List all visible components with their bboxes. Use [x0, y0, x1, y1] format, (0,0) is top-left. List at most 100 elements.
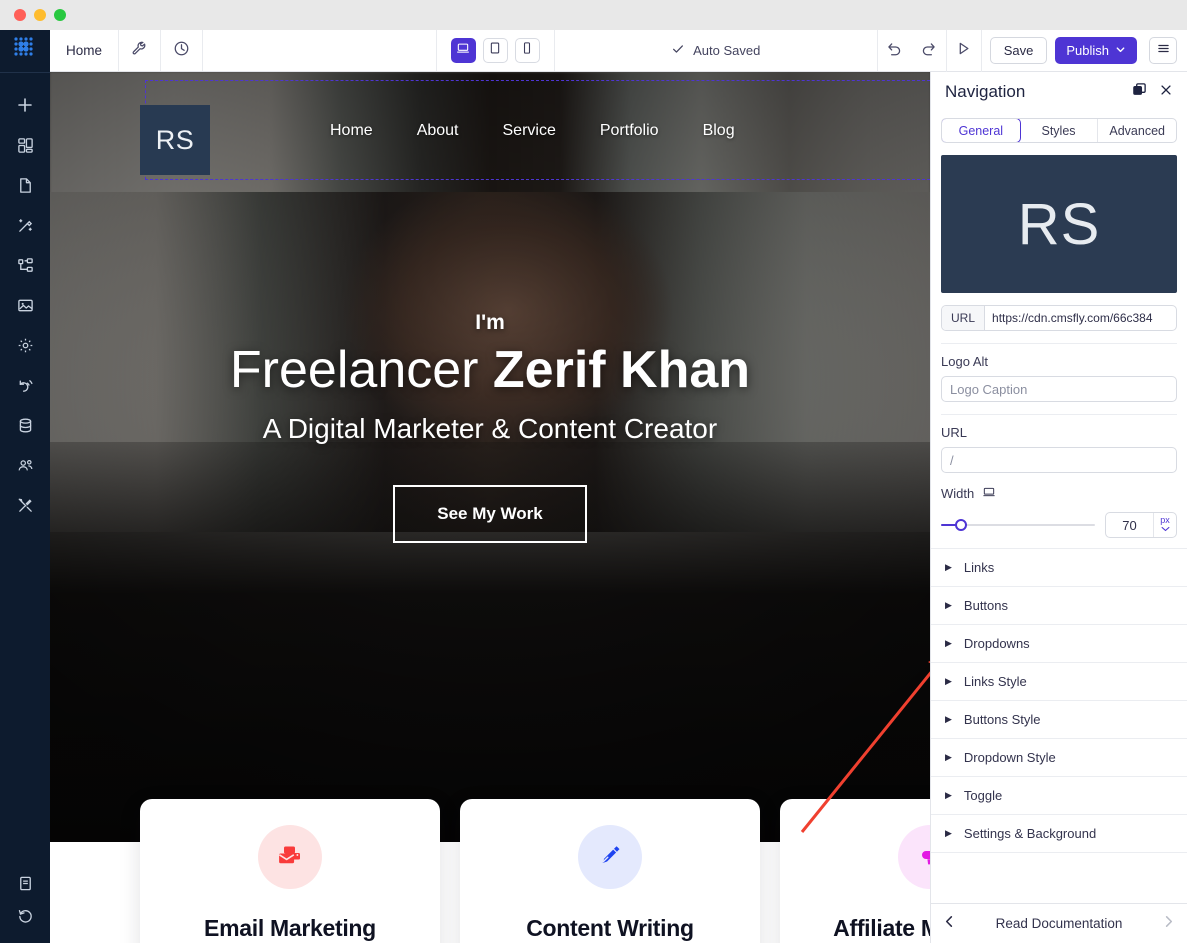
accordion-label: Dropdown Style	[963, 750, 1056, 765]
accordion-label: Links Style	[963, 674, 1027, 689]
publish-button[interactable]: Publish	[1055, 37, 1138, 64]
link-url-field: URL	[941, 425, 1177, 473]
rail-item-animation[interactable]	[0, 365, 50, 405]
logo-alt-field: Logo Alt	[941, 354, 1177, 402]
prev-button[interactable]	[943, 915, 956, 932]
caret-right-icon: ▶	[945, 714, 952, 724]
main-menu-button[interactable]	[1149, 37, 1178, 64]
hero-cta-button[interactable]: See My Work	[393, 485, 587, 544]
service-card[interactable]: Email Marketing Early adopters holy grai…	[140, 799, 440, 943]
clock-icon	[173, 40, 190, 62]
save-button[interactable]: Save	[989, 37, 1048, 64]
toolbar-spacer-left	[203, 30, 437, 71]
autosave-status: Auto Saved	[555, 30, 878, 71]
redo-button[interactable]	[912, 30, 946, 72]
database-icon	[17, 417, 34, 434]
hero-eyebrow: I'm	[475, 310, 505, 334]
autosave-label: Auto Saved	[693, 43, 761, 58]
service-card-title: Affiliate Marketing	[833, 915, 930, 941]
tab-advanced[interactable]: Advanced	[1098, 119, 1176, 142]
rail-item-team[interactable]	[0, 445, 50, 485]
accordion-links-style[interactable]: ▶ Links Style	[931, 663, 1187, 701]
rail-item-settings[interactable]	[0, 325, 50, 365]
service-card[interactable]: Content Writing Early adopters holy grai…	[460, 799, 760, 943]
toolbar-divider-2	[980, 29, 982, 72]
caret-right-icon: ▶	[945, 562, 952, 572]
accordion-settings-background[interactable]: ▶ Settings & Background	[931, 815, 1187, 853]
slider-handle[interactable]	[955, 519, 967, 531]
panel-divider	[941, 343, 1177, 344]
pen-nib-icon	[595, 840, 625, 875]
logo-url-tag: URL	[942, 306, 986, 330]
logo-preview[interactable]: RS	[941, 155, 1177, 293]
chevron-down-icon	[1161, 525, 1170, 534]
accordion-buttons[interactable]: ▶ Buttons	[931, 587, 1187, 625]
rail-item-data[interactable]	[0, 405, 50, 445]
rail-item-design[interactable]	[0, 205, 50, 245]
service-card[interactable]: Affiliate Marketing Early adopters holy …	[780, 799, 930, 943]
logo-url-value[interactable]: https://cdn.cmsfly.com/66c384	[985, 306, 1176, 330]
hero-title: Freelancer Zerif Khan	[230, 341, 750, 399]
link-url-label: URL	[941, 425, 968, 440]
device-tablet-button[interactable]	[482, 38, 508, 63]
read-documentation-link[interactable]: Read Documentation	[956, 916, 1162, 931]
device-mobile-button[interactable]	[514, 38, 540, 63]
book-icon	[17, 875, 34, 892]
accordion-label: Settings & Background	[963, 826, 1097, 841]
caret-right-icon: ▶	[945, 600, 952, 610]
window-maximize-button[interactable]	[54, 9, 66, 21]
restore-icon	[17, 908, 34, 925]
width-unit-label: px	[1160, 514, 1170, 525]
width-unit-selector[interactable]: px	[1153, 513, 1176, 537]
publish-label: Publish	[1066, 43, 1110, 58]
accordion-label: Dropdowns	[963, 636, 1030, 651]
blocks-icon	[17, 137, 34, 154]
rail-item-media[interactable]	[0, 285, 50, 325]
revision-history-button[interactable]	[161, 30, 204, 71]
rail-divider	[0, 72, 50, 73]
logo-alt-input[interactable]	[941, 376, 1177, 402]
window-minimize-button[interactable]	[34, 9, 46, 21]
next-button[interactable]	[1162, 915, 1175, 932]
chevron-right-icon	[1162, 915, 1175, 932]
width-value[interactable]: 70	[1106, 513, 1153, 537]
page-settings-button[interactable]	[119, 30, 162, 71]
link-url-input[interactable]	[941, 447, 1177, 473]
logo-url-field[interactable]: URL https://cdn.cmsfly.com/66c384	[941, 305, 1177, 331]
desktop-icon	[456, 41, 470, 60]
hero-title-bold: Zerif Khan	[492, 340, 751, 399]
accordion-dropdowns[interactable]: ▶ Dropdowns	[931, 625, 1187, 663]
caret-right-icon: ▶	[945, 676, 952, 686]
accordion-links[interactable]: ▶ Links	[931, 549, 1187, 587]
top-toolbar: Home Auto Saved Save Publish	[50, 29, 1187, 72]
close-panel-button[interactable]	[1159, 83, 1173, 102]
accordion-toggle[interactable]: ▶ Toggle	[931, 777, 1187, 815]
accordion-buttons-style[interactable]: ▶ Buttons Style	[931, 701, 1187, 739]
check-icon	[671, 42, 685, 59]
preview-button[interactable]	[947, 30, 981, 72]
accordion-dropdown-style[interactable]: ▶ Dropdown Style	[931, 739, 1187, 777]
rail-item-add[interactable]	[0, 85, 50, 125]
rail-item-docs[interactable]	[0, 863, 50, 903]
window-close-button[interactable]	[14, 9, 26, 21]
tab-styles[interactable]: Styles	[1020, 119, 1099, 142]
rail-item-layers[interactable]	[0, 245, 50, 285]
logo-preview-text: RS	[1017, 191, 1101, 257]
tab-general[interactable]: General	[942, 119, 1021, 142]
logo-alt-label: Logo Alt	[941, 354, 988, 369]
app-logo[interactable]	[11, 34, 39, 62]
rail-item-pages[interactable]	[0, 165, 50, 205]
hero-section[interactable]: RS Home About Service Portfolio Blog I'm…	[50, 72, 930, 842]
close-icon	[1159, 83, 1173, 102]
device-desktop-button[interactable]	[450, 38, 476, 63]
editor-canvas[interactable]: RS Home About Service Portfolio Blog I'm…	[50, 72, 930, 943]
undo-button[interactable]	[878, 30, 912, 72]
duplicate-panel-button[interactable]	[1132, 82, 1147, 102]
breadcrumb-home[interactable]: Home	[50, 30, 120, 71]
rail-item-tools[interactable]	[0, 485, 50, 525]
undo-icon	[886, 40, 903, 62]
rail-item-blocks[interactable]	[0, 125, 50, 165]
width-number-input[interactable]: 70 px	[1105, 512, 1177, 538]
rail-item-history[interactable]	[0, 903, 50, 943]
width-slider[interactable]	[941, 517, 1095, 533]
